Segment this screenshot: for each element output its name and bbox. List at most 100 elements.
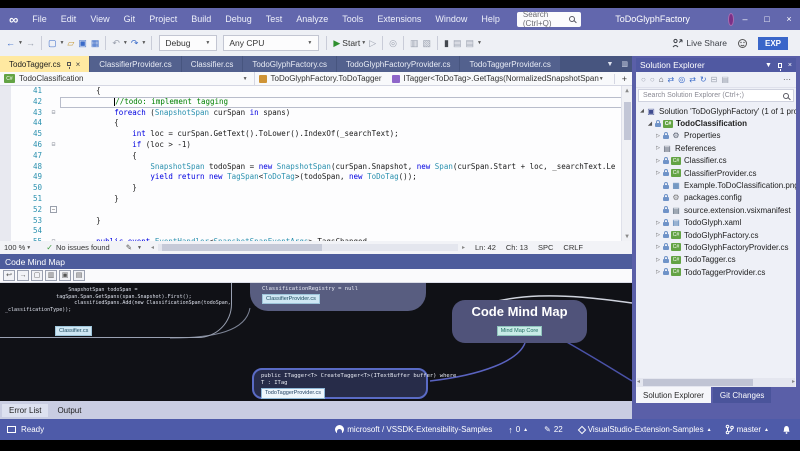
menu-test[interactable]: Test [259, 8, 290, 30]
uncommitted-changes-status[interactable]: ✎ 22 [541, 425, 563, 434]
new-button[interactable]: ▤ [73, 270, 85, 281]
tree-item[interactable]: ▷ C# TodoTaggerProvider.cs [636, 266, 796, 278]
expander-icon[interactable]: ▷ [654, 257, 662, 263]
navigate-back-dropdown-icon[interactable]: ▼ [18, 40, 23, 46]
line-number[interactable]: 48 [11, 162, 47, 173]
doc-tab[interactable]: TodoTagger.cs × [0, 56, 90, 72]
experimental-instance-badge[interactable]: EXP [757, 36, 788, 50]
start-debug-icon[interactable]: ▶ [333, 38, 340, 49]
line-number[interactable]: 45 [11, 129, 47, 140]
doc-tab[interactable]: Classifier.cs [181, 56, 243, 72]
menu-view[interactable]: View [83, 8, 116, 30]
line-number[interactable]: 52 [11, 205, 47, 216]
collapse-all-icon[interactable]: ⊟ [711, 75, 718, 84]
refresh-icon[interactable]: ↻ [700, 75, 707, 84]
scrollbar-thumb[interactable] [624, 102, 631, 140]
line-number[interactable]: 44 [11, 118, 47, 129]
tree-item[interactable]: ▷ C# TodoTagger.cs [636, 254, 796, 266]
line-number[interactable]: 50 [11, 183, 47, 194]
expander-icon[interactable]: ▷ [654, 170, 662, 176]
solution-explorer-hscrollbar[interactable]: ◂ ▸ [637, 378, 795, 387]
back-circle-icon[interactable]: ○ [641, 75, 646, 84]
expander-icon[interactable]: ◢ [646, 121, 654, 127]
expander-icon[interactable]: ◢ [638, 108, 646, 114]
bookmark-icon[interactable]: ▮ [444, 38, 449, 49]
github-repo-status[interactable]: microsoft / VSSDK-Extensibility-Samples [332, 425, 492, 434]
line-number[interactable]: 43 [11, 108, 47, 119]
close-button[interactable]: × [778, 14, 800, 24]
menu-tools[interactable]: Tools [335, 8, 370, 30]
code-line-41[interactable]: 41 { [11, 86, 632, 97]
code-line-44[interactable]: 44 { [11, 118, 632, 129]
outgoing-commits-status[interactable]: ↑ 0 ▲ [505, 425, 528, 435]
code-line-42[interactable]: 42 //todo: implement tagging [11, 96, 632, 108]
tree-item[interactable]: ▦ Example.ToDoClassification.png [636, 179, 796, 191]
code-editor[interactable]: 41 {42 //todo: implement tagging 43 ⊟ fore… [0, 86, 632, 241]
home-icon[interactable]: ⌂ [659, 75, 664, 84]
code-line-43[interactable]: 43 ⊟ foreach (SnapshotSpan curSpan in spa… [11, 108, 632, 119]
scroll-up-icon[interactable]: ▲ [622, 87, 632, 94]
navigate-back-icon[interactable]: ← [6, 38, 15, 48]
tree-item[interactable]: ◢ C# TodoClassification [636, 117, 796, 129]
menu-edit[interactable]: Edit [54, 8, 84, 30]
hscroll-left-icon[interactable]: ◂ [151, 244, 154, 251]
quick-search-box[interactable]: Search (Ctrl+Q) [516, 10, 582, 28]
tree-item[interactable]: ▷ C# ClassifierProvider.cs [636, 167, 796, 179]
panel-tab-output[interactable]: Output [50, 404, 88, 417]
mindmap-node-center[interactable]: Code Mind Map Mind Map Core [452, 300, 587, 343]
code-line-50[interactable]: 50 } [11, 183, 632, 194]
scroll-down-icon[interactable]: ▼ [622, 233, 632, 240]
build-icon[interactable]: ▥ [410, 38, 419, 49]
add-view-button[interactable]: + [613, 73, 627, 84]
feedback-icon[interactable] [737, 38, 748, 49]
platform-dropdown[interactable]: Any CPU ▼ [223, 35, 320, 51]
filter-button[interactable]: ▥ [45, 270, 57, 281]
line-ending-indicator[interactable]: CRLF [563, 243, 583, 252]
editor-vertical-scrollbar[interactable]: ▲ ▼ [621, 86, 632, 241]
line-number[interactable]: 46 [11, 140, 47, 151]
back-button[interactable]: ↩ [3, 270, 15, 281]
show-all-files-icon[interactable]: ▤ [721, 75, 729, 84]
forward-button[interactable]: → [17, 270, 29, 281]
code-line-45[interactable]: 45 int loc = curSpan.GetText().ToLower()… [11, 129, 632, 140]
doc-tab[interactable]: TodoGlyphFactory.cs [243, 56, 336, 72]
codelens-pen-icon[interactable]: ✎ [126, 243, 132, 252]
test-icon[interactable]: ▧ [423, 38, 432, 49]
tree-item[interactable]: ▷ ▤ References [636, 142, 796, 154]
sync-icon[interactable]: ⇄ [689, 75, 696, 84]
mindmap-panel-header[interactable]: Code Mind Map [0, 254, 632, 269]
open-folder-icon[interactable]: ▱ [67, 38, 74, 49]
close-panel-icon[interactable]: × [788, 62, 792, 69]
redo-icon[interactable]: ↷ [131, 38, 139, 49]
code-line-49[interactable]: 49 yield return new TagSpan<ToDoTag>(tod… [11, 172, 632, 183]
forward-circle-icon[interactable]: ○ [650, 75, 655, 84]
code-line-47[interactable]: 47 { [11, 151, 632, 162]
menu-extensions[interactable]: Extensions [370, 8, 428, 30]
menu-debug[interactable]: Debug [218, 8, 259, 30]
pending-changes-icon[interactable]: ◎ [678, 75, 685, 84]
tree-item[interactable]: ▤ source.extension.vsixmanifest [636, 204, 796, 216]
code-line-54[interactable]: 54 [11, 226, 632, 237]
toolbar-overflow-icon[interactable]: ▼ [477, 40, 482, 46]
tree-item[interactable]: ▷ C# Classifier.cs [636, 155, 796, 167]
menu-file[interactable]: File [25, 8, 54, 30]
expander-icon[interactable]: ▷ [654, 232, 662, 238]
tree-item[interactable]: ▷ ▤ TodoGlyph.xaml [636, 217, 796, 229]
start-button[interactable]: Start [342, 38, 360, 48]
tree-item[interactable]: ▷ C# TodoGlyphFactory.cs [636, 229, 796, 241]
tree-item[interactable]: ▷ C# TodoGlyphFactoryProvider.cs [636, 241, 796, 253]
tree-item[interactable]: ⚙ packages.config [636, 192, 796, 204]
tree-item[interactable]: ◢ ▣ Solution 'ToDoGlyphFactory' (1 of 1 pr… [636, 105, 796, 117]
expander-icon[interactable]: ▷ [654, 133, 662, 139]
comment-icon[interactable]: ▤ [465, 38, 474, 49]
expander-icon[interactable]: ▷ [654, 269, 662, 275]
solution-search-input[interactable]: Search Solution Explorer (Ctrl+;) [638, 89, 794, 102]
line-number[interactable]: 42 [11, 97, 47, 108]
minimize-button[interactable]: – [734, 14, 756, 24]
line-number[interactable]: 54 [11, 226, 47, 237]
notifications-button[interactable] [782, 425, 791, 435]
spaces-indicator[interactable]: SPC [538, 243, 553, 252]
menu-build[interactable]: Build [184, 8, 218, 30]
save-icon[interactable]: ▣ [78, 38, 87, 49]
menu-help[interactable]: Help [474, 8, 507, 30]
